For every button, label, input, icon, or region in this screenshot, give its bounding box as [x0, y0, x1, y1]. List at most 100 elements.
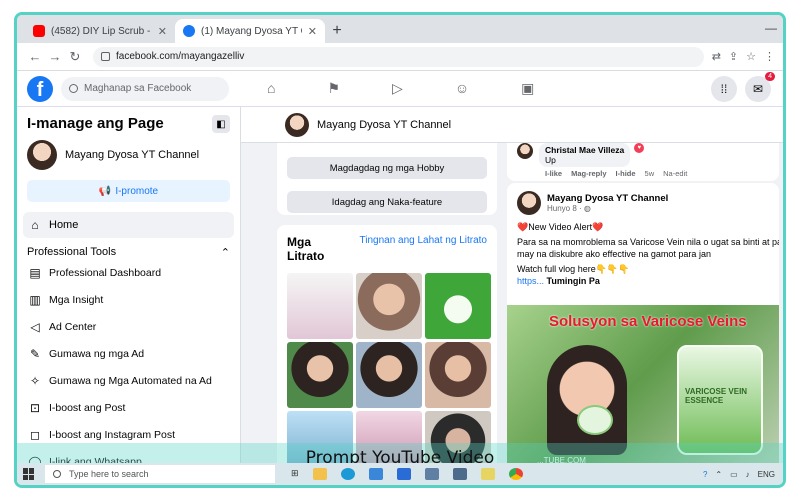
photo-thumbnail[interactable]: [287, 273, 353, 339]
edge-icon[interactable]: [340, 468, 355, 480]
hide-comment-button[interactable]: I-hide: [616, 169, 636, 178]
menu-dots-icon[interactable]: ⋮: [764, 50, 775, 63]
photo-thumbnail[interactable]: [356, 342, 422, 408]
volume-icon[interactable]: ♪: [746, 470, 750, 479]
comment-author[interactable]: Christal Mae Villeza: [545, 145, 624, 155]
sidebar-item-automated-ads[interactable]: ✧ Gumawa ng Mga Automated na Ad: [27, 367, 230, 394]
sidebar-item-dashboard[interactable]: ▤ Professional Dashboard: [27, 259, 230, 286]
file-explorer-icon[interactable]: [312, 468, 327, 480]
add-featured-button[interactable]: Idagdag ang Naka-feature: [287, 191, 487, 213]
chevron-up-icon[interactable]: ⌃: [715, 470, 722, 479]
home-icon: ⌂: [31, 218, 39, 232]
close-icon[interactable]: ✕: [158, 25, 167, 38]
task-view-icon[interactable]: ⊞: [291, 468, 299, 480]
flag-nav-icon[interactable]: ⚑: [327, 80, 340, 97]
person-image: [547, 345, 627, 455]
page-switcher[interactable]: Mayang Dyosa YT Channel: [27, 140, 230, 170]
sidebar-item-home[interactable]: ⌂ Home: [23, 212, 234, 238]
comment-text: Up: [545, 155, 556, 165]
photo-thumbnail[interactable]: [287, 342, 353, 408]
post-link[interactable]: https...: [517, 276, 544, 286]
promote-label: I-promote: [115, 185, 159, 197]
store-icon[interactable]: [452, 468, 467, 480]
see-all-photos-link[interactable]: Tingnan ang Lahat ng Litrato: [359, 235, 487, 263]
globe-icon: ◍: [583, 204, 591, 213]
photo-thumbnail[interactable]: [425, 273, 491, 339]
reload-icon[interactable]: ↻: [65, 49, 85, 65]
language-indicator[interactable]: ENG: [758, 470, 775, 479]
share-icon[interactable]: ⇪: [729, 50, 738, 63]
post-time[interactable]: Hunyo 8 ·: [547, 204, 582, 213]
heart-reaction-icon: ♥: [634, 143, 645, 153]
add-hobbies-button[interactable]: Magdagdag ng mga Hobby: [287, 157, 487, 179]
photo-thumbnail[interactable]: [425, 342, 491, 408]
notification-badge: 4: [765, 71, 775, 81]
facebook-logo[interactable]: f: [27, 75, 53, 102]
sidebar: I-manage ang Page ◧ Mayang Dyosa YT Chan…: [17, 107, 241, 485]
groups-nav-icon[interactable]: ☺: [455, 80, 469, 97]
url-field[interactable]: facebook.com/mayangazelliv: [93, 46, 704, 67]
sidebar-item-ad-center[interactable]: ◁ Ad Center: [27, 313, 230, 340]
bookmark-star-icon[interactable]: ☆: [746, 50, 756, 63]
sidebar-item-label: Gumawa ng mga Ad: [49, 347, 145, 360]
professional-tools-header[interactable]: Professional Tools ⌃: [27, 246, 230, 259]
instagram-icon: ◻: [30, 427, 40, 442]
sidebar-item-insights[interactable]: ▥ Mga Insight: [27, 286, 230, 313]
sidebar-item-label: Home: [49, 219, 79, 231]
forward-icon[interactable]: →: [45, 49, 65, 64]
collapse-sidebar-icon[interactable]: ◧: [212, 115, 230, 133]
chrome-icon[interactable]: [508, 468, 523, 480]
promote-button[interactable]: 📢 I-promote: [27, 180, 230, 202]
minimize-icon[interactable]: —: [765, 21, 777, 35]
sidebar-item-boost-post[interactable]: ⊡ I-boost ang Post: [27, 394, 230, 421]
page-title: Mayang Dyosa YT Channel: [317, 118, 452, 131]
avatar: [517, 143, 533, 159]
photos-icon[interactable]: [424, 468, 439, 480]
gaming-nav-icon[interactable]: ▣: [521, 80, 534, 97]
network-icon[interactable]: ▭: [730, 470, 738, 479]
lock-icon: [101, 52, 110, 61]
post-line: Watch full vlog here👇👇👇: [517, 264, 630, 274]
translate-icon[interactable]: ⇄: [712, 50, 721, 63]
intro-card: Magdagdag ng mga Hobby Idagdag ang Naka-…: [277, 143, 497, 215]
sidebar-item-label: Mga Insight: [49, 293, 104, 306]
notes-icon[interactable]: [480, 468, 495, 480]
address-bar: ← → ↻ facebook.com/mayangazelliv ⇄ ⇪ ☆ ⋮: [17, 43, 783, 71]
sidebar-item-label: I-boost ang Instagram Post: [49, 428, 176, 441]
sidebar-item-label: I-boost ang Post: [49, 401, 126, 414]
search-icon: [69, 84, 78, 93]
messenger-icon[interactable]: ✉ 4: [745, 71, 775, 102]
sidebar-item-create-ads[interactable]: ✎ Gumawa ng mga Ad: [27, 340, 230, 367]
taskbar-search[interactable]: Type here to search: [45, 465, 275, 483]
taskbar-search-placeholder: Type here to search: [69, 469, 149, 479]
windows-start-icon[interactable]: [23, 468, 35, 480]
video-nav-icon[interactable]: ▷: [392, 80, 403, 97]
reply-comment-button[interactable]: Mag-reply: [571, 169, 606, 178]
photos-title: Mga Litrato: [287, 235, 325, 263]
tab-facebook[interactable]: (1) Mayang Dyosa YT Channel | F ✕: [175, 19, 325, 43]
facebook-icon: [183, 25, 195, 37]
back-icon[interactable]: ←: [25, 49, 45, 64]
post-author[interactable]: Mayang Dyosa YT Channel: [547, 193, 668, 204]
product-tin: [577, 405, 613, 435]
mail-icon[interactable]: [368, 468, 383, 480]
facebook-header: f Maghanap sa Facebook ⌂ ⚑ ▷ ☺ ▣ ⁞⁞ ✉ 4: [17, 71, 783, 107]
search-input[interactable]: Maghanap sa Facebook: [61, 76, 229, 101]
tab-youtube[interactable]: (4582) DIY Lip Scrub - YouTube ✕: [25, 19, 175, 43]
new-tab-button[interactable]: +: [325, 19, 349, 43]
tab-title: (4582) DIY Lip Scrub - YouTube: [51, 25, 152, 37]
help-icon[interactable]: ?: [703, 470, 707, 479]
megaphone-icon: 📢: [98, 185, 112, 197]
page-header-bar: Mayang Dyosa YT Channel: [241, 107, 783, 143]
close-icon[interactable]: ✕: [308, 25, 317, 38]
dropbox-icon[interactable]: [396, 468, 411, 480]
see-more-link[interactable]: Tumingin Pa: [547, 276, 600, 286]
post-line: ❤️New Video Alert❤️: [517, 222, 604, 232]
like-comment-button[interactable]: I-like: [545, 169, 562, 178]
photo-thumbnail[interactable]: [356, 273, 422, 339]
media-caption: Solusyon sa Varicose Veins: [549, 313, 747, 330]
jar-label: VARICOSE VEIN ESSENCE: [685, 387, 748, 405]
home-nav-icon[interactable]: ⌂: [267, 80, 275, 97]
menu-grid-icon[interactable]: ⁞⁞: [711, 75, 737, 102]
section-label: Professional Tools: [27, 246, 117, 258]
